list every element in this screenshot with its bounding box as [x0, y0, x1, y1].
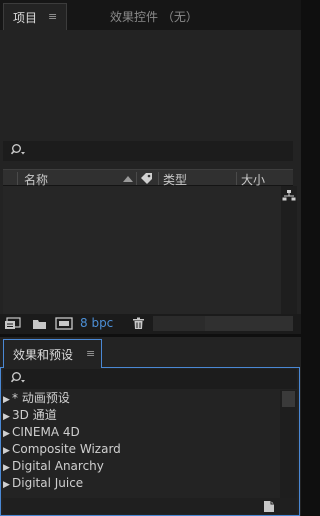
tree-item-digital-anarchy[interactable]: ▶ Digital Anarchy [3, 458, 280, 475]
expand-arrow-icon[interactable]: ▶ [3, 477, 12, 492]
interpret-footage-icon[interactable] [4, 317, 22, 333]
project-info-field [205, 316, 293, 331]
tree-item-label: * 动画预设 [12, 391, 70, 405]
effects-scrollbar-thumb[interactable] [282, 391, 295, 407]
tab-effects-presets-label: 效果和预设 [13, 348, 74, 362]
sort-ascending-icon[interactable] [122, 173, 134, 187]
column-divider [136, 172, 137, 185]
tree-item-label: Digital Juice [12, 476, 84, 490]
expand-arrow-icon[interactable]: ▶ [3, 443, 12, 458]
project-item-list[interactable] [3, 186, 281, 314]
panel-menu-icon[interactable]: ≡ [48, 10, 57, 23]
tree-item-label: 3D 通道 [12, 408, 57, 422]
effects-bottom-toolbar [3, 498, 297, 514]
thumbnail-preview-field[interactable] [153, 316, 205, 331]
bit-depth-button[interactable]: 8 bpc [80, 316, 113, 330]
effects-search-input[interactable] [3, 369, 297, 389]
column-divider [158, 172, 159, 185]
column-divider [236, 172, 237, 185]
search-icon[interactable] [10, 371, 27, 388]
tree-item-digital-juice[interactable]: ▶ Digital Juice [3, 475, 280, 492]
new-preset-icon[interactable] [262, 500, 276, 516]
column-divider [17, 172, 18, 185]
tree-item-cinema-4d[interactable]: ▶ CINEMA 4D [3, 424, 280, 441]
column-header: 名称 类型 大小 [3, 169, 293, 187]
tree-item-label: Composite Wizard [12, 442, 121, 456]
project-search-input[interactable] [3, 141, 293, 161]
tree-item-composite-wizard[interactable]: ▶ Composite Wizard [3, 441, 280, 458]
effects-presets-panel: 效果和预设 ≡ ▶ * 动画预设 ▶ 3D 通道 ▶ CINEMA 4D ▶ Compo… [0, 337, 301, 516]
tab-effects-presets[interactable]: 效果和预设 ≡ [3, 339, 102, 368]
expand-arrow-icon[interactable]: ▶ [3, 409, 12, 424]
expand-arrow-icon[interactable]: ▶ [3, 392, 12, 407]
tab-effect-controls[interactable]: 效果控件 （无） [110, 8, 198, 25]
panel-menu-icon[interactable]: ≡ [86, 347, 95, 360]
tab-project-label: 项目 [13, 11, 38, 25]
tree-item-3d-channel[interactable]: ▶ 3D 通道 [3, 407, 280, 424]
flowchart-icon[interactable] [282, 189, 296, 206]
project-panel: 项目 ≡ 效果控件 （无） 名称 类型 大小 8 bpc [0, 0, 301, 334]
tab-project[interactable]: 项目 ≡ [3, 3, 67, 30]
tree-item-label: Digital Anarchy [12, 459, 104, 473]
new-folder-icon[interactable] [32, 318, 47, 333]
new-composition-icon[interactable] [55, 317, 73, 333]
expand-arrow-icon[interactable]: ▶ [3, 460, 12, 475]
tree-item-animation-presets[interactable]: ▶ * 动画预设 [3, 390, 280, 407]
tree-item-label: CINEMA 4D [12, 425, 80, 439]
expand-arrow-icon[interactable]: ▶ [3, 426, 12, 441]
trash-icon[interactable] [132, 317, 145, 333]
project-bottom-toolbar: 8 bpc [0, 314, 301, 334]
search-icon[interactable] [10, 143, 27, 160]
project-scrollbar[interactable] [281, 186, 297, 314]
